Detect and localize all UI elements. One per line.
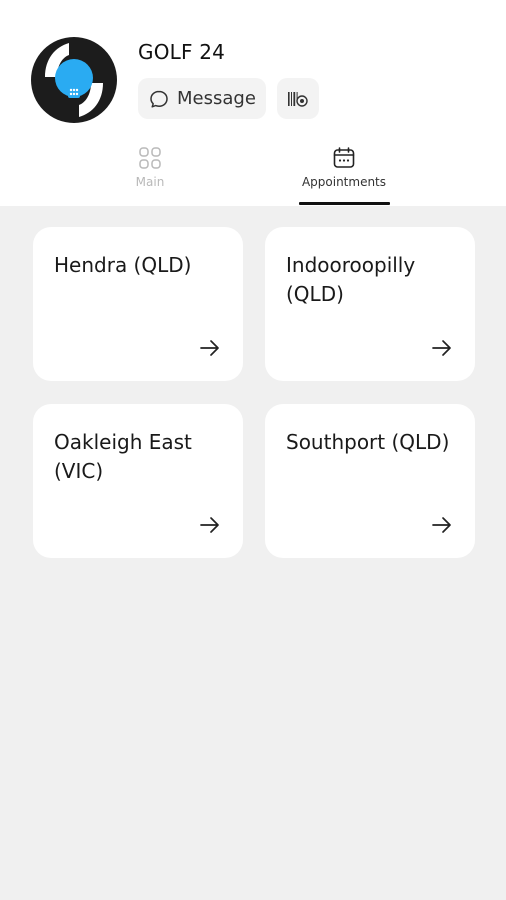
tab-main-label: Main [135,175,165,189]
arrow-right-icon [432,517,451,533]
barcode-card-icon [288,91,308,107]
active-tab-indicator [299,202,390,205]
location-card-oakleigh-east[interactable]: Oakleigh East (VIC) [33,404,243,558]
location-name: Southport (QLD) [286,430,450,454]
arrow-right-icon [200,340,219,356]
business-name: GOLF 24 [138,40,226,64]
arrow-right-icon [200,517,219,533]
message-button-label: Message [177,88,256,109]
golf-24-logo [31,37,117,123]
grid-icon [139,147,161,169]
barcode-button[interactable] [277,78,319,119]
tab-main[interactable]: Main [120,146,180,206]
tab-appointments-label: Appointments [301,175,387,189]
tab-appointments[interactable]: Appointments [296,146,392,206]
location-card-southport[interactable]: Southport (QLD) [265,404,475,558]
location-name: Hendra (QLD) [54,253,192,277]
message-button[interactable]: Message [138,78,266,119]
arrow-right-icon [432,340,451,356]
location-name: Oakleigh East (VIC) [54,430,192,483]
chat-bubble-icon [150,90,168,108]
location-card-indooroopilly[interactable]: Indooroopilly (QLD) [265,227,475,381]
location-card-hendra[interactable]: Hendra (QLD) [33,227,243,381]
profile-header: GOLF 24 Message Main Appointments [0,0,506,206]
calendar-icon [333,147,355,168]
location-name: Indooroopilly (QLD) [286,253,416,306]
